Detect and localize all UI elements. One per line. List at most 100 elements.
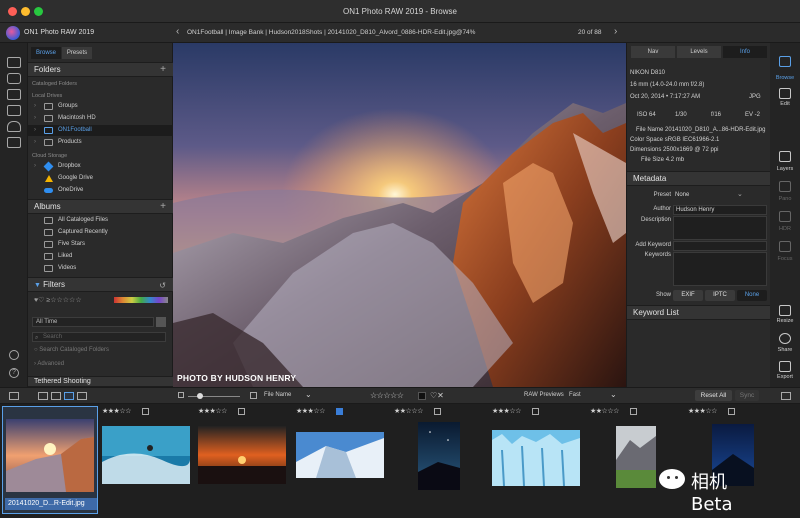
calendar-icon[interactable] xyxy=(156,317,166,327)
raw-previews-select[interactable]: Fast xyxy=(569,392,581,398)
pano-icon[interactable] xyxy=(779,181,791,192)
show-none-button[interactable]: None xyxy=(737,290,767,301)
album-item[interactable]: Five Stars xyxy=(28,239,173,250)
thumbnail[interactable] xyxy=(296,432,384,478)
filmstrip-item[interactable]: ★★☆☆☆ xyxy=(390,406,486,514)
chevron-down-icon[interactable]: ⌄ xyxy=(737,190,743,198)
time-filter-select[interactable]: All Time xyxy=(32,317,154,327)
star-rating[interactable]: ★★★☆☆ xyxy=(492,407,521,415)
detail-view-icon[interactable] xyxy=(51,392,61,400)
reset-filters-icon[interactable]: ↺ xyxy=(159,279,166,293)
expand-icon[interactable]: › xyxy=(34,137,36,148)
thumbnail[interactable] xyxy=(102,426,190,484)
module-browse[interactable]: Browse xyxy=(770,75,800,81)
add-album-icon[interactable]: + xyxy=(160,200,166,214)
thumbnail[interactable] xyxy=(616,426,656,488)
show-exif-button[interactable]: EXIF xyxy=(673,290,703,301)
thumbnail[interactable] xyxy=(418,422,460,490)
star-rating[interactable]: ★★★☆☆ xyxy=(102,407,131,415)
expand-icon[interactable]: › xyxy=(34,113,36,124)
keywords-field[interactable] xyxy=(673,252,767,286)
tab-info[interactable]: Info xyxy=(723,46,767,58)
thumbnail[interactable] xyxy=(492,430,580,486)
cloud-item-dropbox[interactable]: › Dropbox xyxy=(28,161,173,172)
color-label-button[interactable] xyxy=(418,392,426,400)
expand-icon[interactable]: › xyxy=(34,161,36,172)
panel-toggle-icon[interactable] xyxy=(9,392,19,400)
module-resize[interactable]: Resize xyxy=(770,318,800,324)
advanced-toggle[interactable]: › Advanced xyxy=(34,361,64,367)
previous-image-icon[interactable]: ‹ xyxy=(176,26,179,37)
sync-button[interactable]: Sync xyxy=(735,390,759,401)
search-input[interactable]: ⌕ Search xyxy=(32,332,166,342)
cloud-item-onedrive[interactable]: OneDrive xyxy=(28,185,173,196)
thumbnail[interactable] xyxy=(198,426,286,484)
color-label-filter[interactable] xyxy=(114,297,168,303)
panel-toggle-icon[interactable] xyxy=(781,392,791,400)
select-checkbox[interactable] xyxy=(532,408,539,415)
expand-icon[interactable]: › xyxy=(34,101,36,112)
share-icon[interactable] xyxy=(779,333,791,344)
module-share[interactable]: Share xyxy=(770,347,800,353)
camera-icon[interactable] xyxy=(7,73,21,84)
rating-filter[interactable]: ☆☆☆☆☆ xyxy=(370,391,404,400)
folder-icon[interactable] xyxy=(7,105,21,116)
filmstrip-view-icon[interactable] xyxy=(64,392,74,400)
chevron-down-icon[interactable]: ⌄ xyxy=(610,390,617,399)
filters-section-header[interactable]: ▼ Filters ↺ xyxy=(28,277,173,292)
cloud-icon[interactable] xyxy=(7,121,21,132)
module-pano[interactable]: Pano xyxy=(770,196,800,202)
folder-item-macintosh-hd[interactable]: › Macintosh HD xyxy=(28,113,173,124)
sort-select[interactable]: File Name xyxy=(264,392,291,398)
albums-icon[interactable] xyxy=(7,137,21,148)
filmstrip-item[interactable]: ★★★☆☆ xyxy=(98,406,194,514)
select-checkbox[interactable] xyxy=(336,408,343,415)
user-icon[interactable] xyxy=(9,350,19,360)
slider-handle[interactable] xyxy=(197,393,203,399)
select-checkbox[interactable] xyxy=(434,408,441,415)
select-checkbox[interactable] xyxy=(142,408,149,415)
main-photo[interactable] xyxy=(173,43,626,387)
export-icon[interactable] xyxy=(779,361,791,372)
module-export[interactable]: Export xyxy=(770,374,800,380)
chevron-down-icon[interactable]: ⌄ xyxy=(305,390,312,399)
next-image-icon[interactable]: › xyxy=(614,26,617,37)
filmstrip-item[interactable]: ★★☆☆☆ xyxy=(586,406,682,514)
layers-icon[interactable] xyxy=(779,151,791,162)
folder-item-groups[interactable]: › Groups xyxy=(28,101,173,112)
compare-view-icon[interactable] xyxy=(77,392,87,400)
like-reject-icon[interactable]: ♡✕ xyxy=(430,391,444,400)
thumbnail-size-slider[interactable] xyxy=(188,396,240,397)
filmstrip-item[interactable]: ★★★☆☆ xyxy=(488,406,584,514)
tab-nav[interactable]: Nav xyxy=(631,46,675,58)
select-checkbox[interactable] xyxy=(238,408,245,415)
album-item[interactable]: All Cataloged Files xyxy=(28,215,173,226)
add-folder-icon[interactable]: + xyxy=(160,63,166,77)
module-focus[interactable]: Focus xyxy=(770,256,800,262)
breadcrumb[interactable]: ON1Football | Image Bank | Hudson2018Sho… xyxy=(187,29,475,36)
module-edit[interactable]: Edit xyxy=(770,101,800,107)
album-item[interactable]: Captured Recently xyxy=(28,227,173,238)
album-item[interactable]: Videos xyxy=(28,263,173,274)
grid-view-icon[interactable] xyxy=(38,392,48,400)
star-rating[interactable]: ★★☆☆☆ xyxy=(590,407,619,415)
folder-item-products[interactable]: › Products xyxy=(28,137,173,148)
album-item[interactable]: Liked xyxy=(28,251,173,262)
module-layers[interactable]: Layers xyxy=(770,166,800,172)
tab-browse[interactable]: Browse xyxy=(31,47,61,59)
tethered-shooting-header[interactable]: Tethered Shooting xyxy=(28,376,173,387)
metadata-section-header[interactable]: Metadata xyxy=(627,171,771,186)
hdr-icon[interactable] xyxy=(779,211,791,222)
drive-icon[interactable] xyxy=(7,89,21,100)
module-hdr[interactable]: HDR xyxy=(770,226,800,232)
help-icon[interactable]: ? xyxy=(9,368,19,378)
resize-icon[interactable] xyxy=(779,305,791,316)
image-viewer[interactable]: PHOTO BY HUDSON HENRY xyxy=(173,43,626,387)
tab-levels[interactable]: Levels xyxy=(677,46,721,58)
keyword-list-header[interactable]: Keyword List xyxy=(627,305,771,320)
reset-all-button[interactable]: Reset All xyxy=(695,390,732,401)
select-checkbox[interactable] xyxy=(630,408,637,415)
author-field[interactable]: Hudson Henry xyxy=(673,205,767,215)
focus-icon[interactable] xyxy=(779,241,791,252)
folder-item-on1football[interactable]: › ON1Football xyxy=(28,125,173,136)
